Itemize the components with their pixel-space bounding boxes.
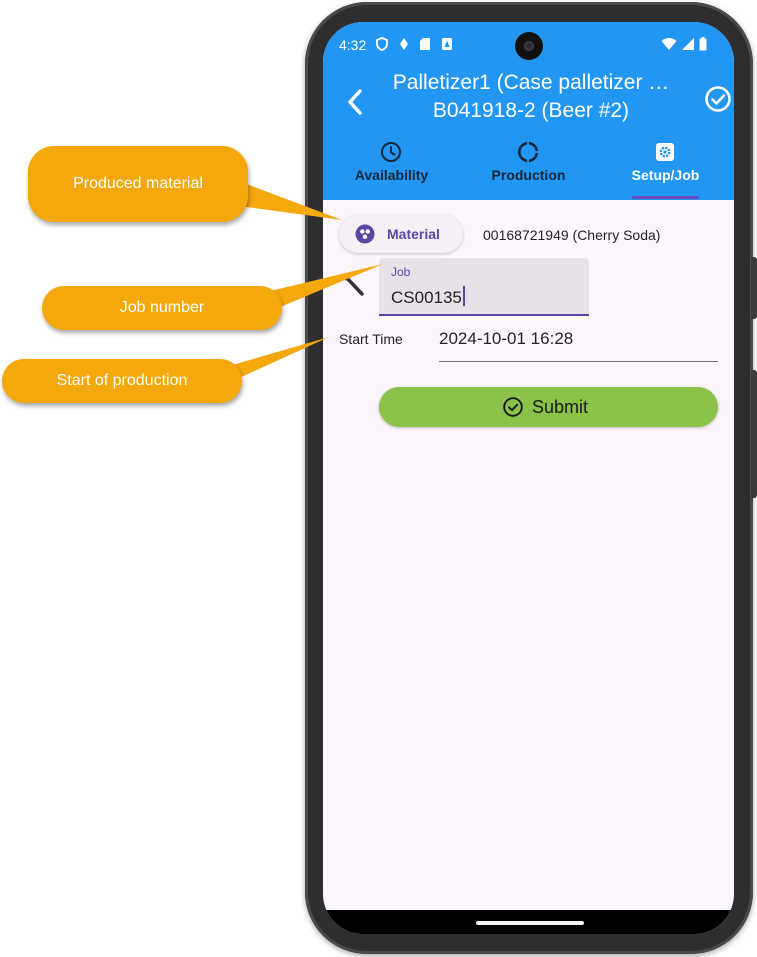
home-indicator[interactable]	[476, 921, 584, 925]
material-button-label: Material	[387, 226, 440, 242]
active-tab-indicator	[632, 196, 699, 199]
phone-screen: 4:32 Palletizer1 (Case palletizer … B041…	[323, 22, 734, 934]
back-button[interactable]	[341, 86, 369, 118]
start-time-field[interactable]: 2024-10-01 16:28	[439, 322, 718, 362]
check-circle-icon	[705, 86, 731, 112]
volume-button	[751, 257, 757, 319]
shield-icon	[376, 37, 388, 51]
notification-icon	[442, 38, 452, 50]
power-button	[751, 370, 757, 498]
material-button[interactable]: Material	[339, 215, 463, 253]
job-input[interactable]: Job CS00135	[379, 258, 589, 316]
callout-text: Start of production	[56, 372, 188, 389]
text-caret	[462, 286, 465, 306]
location-icon	[400, 38, 408, 50]
status-time: 4:32	[339, 37, 367, 53]
tab-label: Availability	[354, 167, 429, 183]
job-field-value: CS00135	[391, 288, 462, 307]
material-dots-icon	[355, 224, 375, 244]
callout-produced-material: Produced material	[28, 146, 248, 222]
settings-icon	[656, 143, 674, 161]
callout-start-of-production: Start of production	[2, 359, 242, 403]
callout-text: Produced material	[73, 175, 203, 192]
tab-setup-job[interactable]: Setup/Job	[597, 140, 734, 200]
confirm-button[interactable]	[703, 84, 733, 114]
progress-ring-icon	[518, 141, 539, 163]
tab-label: Production	[491, 167, 566, 183]
job-field-value-wrap: CS00135	[391, 286, 465, 308]
submit-button[interactable]: Submit	[379, 387, 718, 427]
clock-icon	[381, 142, 401, 162]
status-bar: 4:32	[323, 22, 734, 66]
tab-label: Setup/Job	[631, 167, 700, 183]
sim-card-icon	[420, 38, 430, 50]
callout-text: Job number	[119, 299, 205, 316]
tab-production[interactable]: Production	[460, 140, 597, 200]
page-title-line1: Palletizer1 (Case palletizer …	[392, 71, 670, 94]
start-time-label: Start Time	[339, 331, 403, 347]
signal-icon	[682, 38, 694, 50]
chevron-left-icon	[348, 89, 362, 115]
battery-icon	[699, 37, 707, 51]
tab-availability[interactable]: Availability	[323, 140, 460, 200]
start-time-value: 2024-10-01 16:28	[439, 329, 574, 348]
job-field-label: Job	[391, 265, 411, 279]
page-title-line2: B041918-2 (Beer #2)	[432, 99, 630, 122]
app-bar: 4:32 Palletizer1 (Case palletizer … B041…	[323, 22, 734, 200]
check-circle-icon	[503, 397, 523, 417]
material-value: 00168721949 (Cherry Soda)	[483, 227, 661, 243]
front-camera	[515, 32, 543, 60]
wifi-icon	[661, 38, 677, 50]
pencil-icon	[344, 275, 364, 296]
callout-job-number: Job number	[42, 286, 282, 330]
submit-label: Submit	[532, 397, 589, 417]
